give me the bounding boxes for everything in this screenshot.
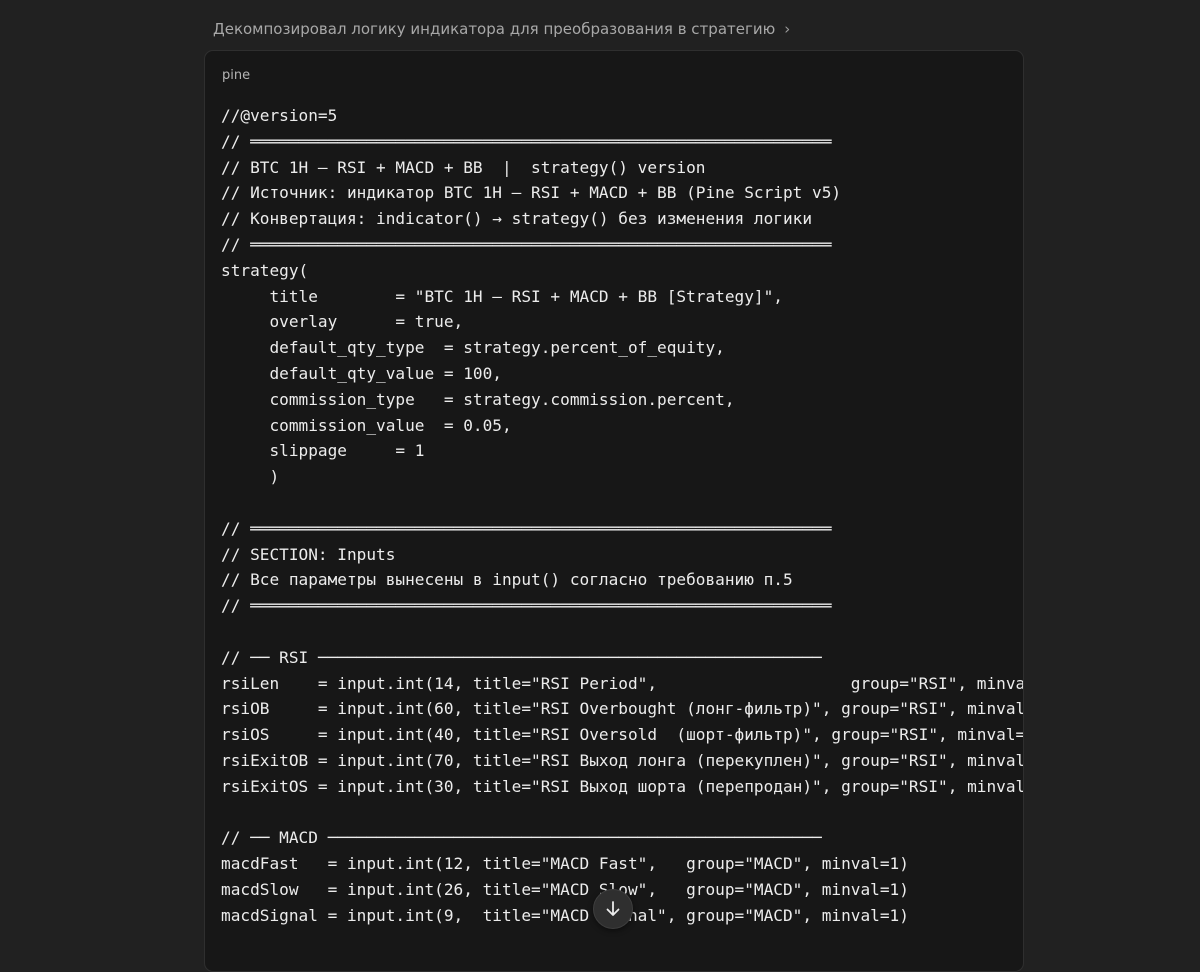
arrow-down-icon — [606, 901, 620, 916]
code-block: pine //@version=5 // ════════════════════… — [204, 50, 1024, 972]
code-line: rsiExitOS = input.int(30, title="RSI Вых… — [221, 776, 1024, 796]
code-line: // ═════════════════════════════════════… — [221, 234, 832, 254]
code-content: //@version=5 // ═════════════════════════… — [221, 103, 1024, 929]
code-line: title = "BTC 1H — RSI + MACD + BB [Strat… — [221, 286, 783, 306]
code-line: commission_type = strategy.commission.pe… — [221, 389, 735, 409]
code-line: // Конвертация: indicator() → strategy()… — [221, 209, 813, 229]
code-line: // BTC 1H — RSI + MACD + BB | strategy()… — [221, 157, 706, 177]
code-line: // SECTION: Inputs — [221, 544, 396, 564]
code-line: //@version=5 — [221, 106, 338, 125]
code-line: // ═════════════════════════════════════… — [221, 596, 832, 616]
code-line: // ═════════════════════════════════════… — [221, 131, 832, 151]
code-line: // ── MACD ─────────────────────────────… — [221, 828, 822, 848]
code-line: default_qty_type = strategy.percent_of_e… — [221, 338, 725, 358]
chevron-right-icon: › — [784, 19, 791, 38]
code-language-label: pine — [222, 68, 251, 83]
code-line: rsiExitOB = input.int(70, title="RSI Вых… — [221, 750, 1024, 770]
thought-summary-title: Декомпозировал логику индикатора для пре… — [213, 20, 776, 38]
code-line: overlay = true, — [221, 312, 464, 332]
thought-summary-toggle[interactable]: Декомпозировал логику индикатора для пре… — [213, 18, 790, 40]
code-line: default_qty_value = 100, — [221, 363, 502, 383]
code-line: slippage = 1 — [221, 441, 425, 461]
code-line: macdFast = input.int(12, title="MACD Fas… — [221, 854, 909, 874]
code-line: commission_value = 0.05, — [221, 415, 512, 435]
code-line: ) — [221, 467, 280, 487]
code-line: // Источник: индикатор BTC 1H — RSI + MA… — [221, 183, 842, 203]
code-line: rsiOB = input.int(60, title="RSI Overbou… — [221, 699, 1024, 719]
code-line: rsiOS = input.int(40, title="RSI Oversol… — [221, 725, 1024, 745]
code-line: // ═════════════════════════════════════… — [221, 518, 832, 538]
code-line: // ── RSI ──────────────────────────────… — [221, 647, 822, 667]
code-line: strategy( — [221, 260, 309, 280]
code-line: rsiLen = input.int(14, title="RSI Period… — [221, 673, 1024, 693]
scroll-to-bottom-button[interactable] — [593, 889, 633, 929]
code-line: // Все параметры вынесены в input() согл… — [221, 570, 793, 590]
